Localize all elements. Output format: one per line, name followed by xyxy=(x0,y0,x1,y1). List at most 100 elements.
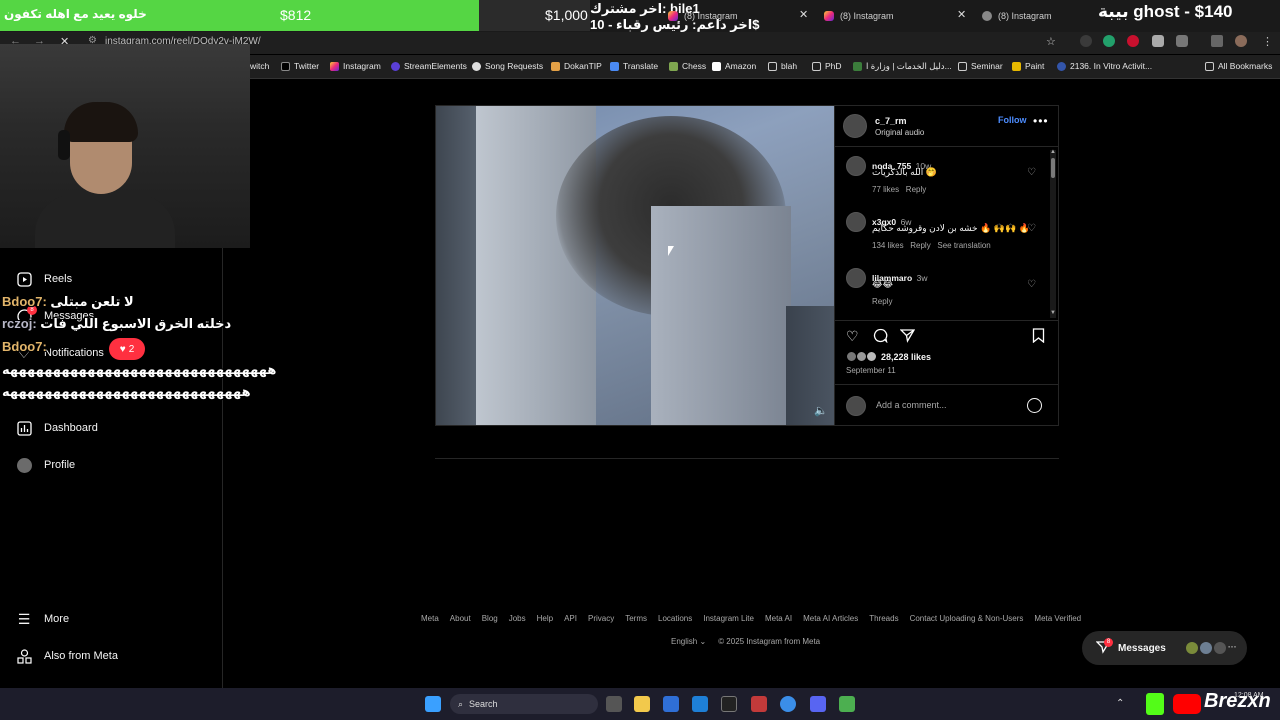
outlook-icon[interactable] xyxy=(692,696,708,712)
author-username[interactable]: c_7_rm xyxy=(875,116,907,126)
video-building xyxy=(436,106,481,425)
share-icon[interactable] xyxy=(899,328,916,346)
shield-icon[interactable] xyxy=(1152,35,1164,47)
likes-count[interactable]: 28,228 likes xyxy=(881,352,931,362)
scroll-down-icon[interactable]: ▼ xyxy=(1050,310,1056,316)
media-icon[interactable] xyxy=(1211,35,1223,47)
browser-tab-2[interactable]: (8) Instagram xyxy=(824,4,894,28)
footer-link[interactable]: Threads xyxy=(869,614,898,623)
sidebar-item-also-from-meta[interactable]: Also from Meta xyxy=(16,645,118,667)
extension-icon[interactable] xyxy=(1080,35,1092,47)
bookmark-twitter[interactable]: Twitter xyxy=(281,61,319,71)
language-select[interactable]: English ⌄ xyxy=(671,637,706,646)
comment-like-icon[interactable]: ♡ xyxy=(1027,279,1036,290)
my-avatar xyxy=(846,396,866,416)
bookmark-song-requests[interactable]: Song Requests xyxy=(472,61,543,71)
puzzle-icon[interactable] xyxy=(1176,35,1188,47)
reel-video[interactable]: 🔈 xyxy=(435,105,835,426)
follow-button[interactable]: Follow xyxy=(998,115,1027,125)
app-icon[interactable] xyxy=(751,696,767,712)
footer-link[interactable]: About xyxy=(450,614,471,623)
footer-link[interactable]: Contact Uploading & Non-Users xyxy=(910,614,1024,623)
chevron-up-icon[interactable]: ⌃ xyxy=(1116,698,1124,709)
comment-meta: 134 likes Reply See translation xyxy=(872,241,991,250)
windows-start-icon[interactable] xyxy=(425,696,441,712)
bookmark-ministry[interactable]: دليل الخدمات | وزارة ا... xyxy=(853,61,952,72)
bookmark-translate[interactable]: Translate xyxy=(610,61,658,71)
bookmark-twitch[interactable]: witch xyxy=(250,61,269,71)
volume-icon[interactable]: 🔈 xyxy=(814,404,828,417)
bookmark-dokantip[interactable]: DokanTIP xyxy=(551,61,602,71)
bookmark-icon[interactable] xyxy=(1032,328,1045,346)
menu-icon[interactable]: ⋮ xyxy=(1262,35,1273,48)
grammarly-icon[interactable] xyxy=(1103,35,1115,47)
discord-icon[interactable] xyxy=(810,696,826,712)
divider xyxy=(835,320,1059,321)
comment-like-icon[interactable]: ♡ xyxy=(1027,223,1036,234)
bookmark-chess[interactable]: Chess xyxy=(669,61,706,71)
comment-text: خشه بن لادن وقروشه حكايم 🔥 🙌🙌 🔥 xyxy=(872,223,1030,233)
scrollbar-thumb[interactable] xyxy=(1051,158,1055,178)
footer-link[interactable]: Jobs xyxy=(509,614,526,623)
sidebar-item-dashboard[interactable]: Dashboard xyxy=(16,417,98,439)
bookmark-blah[interactable]: blah xyxy=(768,61,797,71)
capcut-icon[interactable] xyxy=(721,696,737,712)
browser-tab-3[interactable]: (8) Instagram xyxy=(982,4,1052,28)
bookmark-doc[interactable]: 2136. In Vitro Activit... xyxy=(1057,61,1152,71)
close-icon[interactable]: ✕ xyxy=(957,8,966,21)
commenter-avatar[interactable] xyxy=(846,156,866,176)
chrome-icon[interactable] xyxy=(780,696,796,712)
contact-avatars: ··· xyxy=(1185,642,1237,654)
like-icon[interactable]: ♡ xyxy=(846,328,859,345)
goal-target-amount: $1,000 xyxy=(545,7,588,23)
commenter-avatar[interactable] xyxy=(846,268,866,288)
footer-link[interactable]: Meta xyxy=(421,614,439,623)
close-icon[interactable]: ✕ xyxy=(799,8,808,21)
adblock-icon[interactable] xyxy=(1127,35,1139,47)
profile-avatar[interactable] xyxy=(1235,35,1247,47)
footer-link[interactable]: Instagram Lite xyxy=(703,614,754,623)
bookmark-paint[interactable]: Paint xyxy=(1012,61,1044,71)
comment-icon[interactable] xyxy=(873,328,888,346)
folder-icon xyxy=(958,61,967,71)
sidebar-item-more[interactable]: ☰ More xyxy=(16,608,69,630)
minecraft-icon[interactable] xyxy=(839,696,855,712)
bookmark-instagram[interactable]: Instagram xyxy=(330,61,381,71)
add-comment-input[interactable]: Add a comment... xyxy=(876,400,947,410)
commenter-avatar[interactable] xyxy=(846,212,866,232)
star-icon[interactable]: ☆ xyxy=(1046,35,1056,48)
sidebar-item-reels[interactable]: Reels xyxy=(16,268,72,290)
footer-link[interactable]: Privacy xyxy=(588,614,614,623)
footer-link[interactable]: Blog xyxy=(482,614,498,623)
scroll-up-icon[interactable]: ▲ xyxy=(1050,149,1056,155)
footer-link[interactable]: Help xyxy=(537,614,553,623)
song-icon xyxy=(472,61,481,71)
original-audio[interactable]: Original audio xyxy=(875,128,924,137)
footer-link[interactable]: Meta AI xyxy=(765,614,792,623)
all-bookmarks[interactable]: All Bookmarks xyxy=(1205,61,1272,71)
divider xyxy=(435,458,1059,459)
copyright: © 2025 Instagram from Meta xyxy=(718,637,821,646)
bookmark-amazon[interactable]: Amazon xyxy=(712,61,756,71)
browser-tab-1[interactable]: (8) Instagram xyxy=(668,4,738,28)
author-avatar[interactable] xyxy=(843,114,867,138)
footer-link[interactable]: Meta AI Articles xyxy=(803,614,858,623)
task-view-icon[interactable] xyxy=(606,696,622,712)
emoji-icon[interactable] xyxy=(1027,398,1042,413)
bookmark-seminar[interactable]: Seminar xyxy=(958,61,1003,71)
comment-meta: 77 likes Reply xyxy=(872,185,927,194)
taskbar-search[interactable]: ⌕ Search xyxy=(450,694,598,714)
bookmark-streamelements[interactable]: StreamElements xyxy=(391,61,467,71)
footer-link[interactable]: Terms xyxy=(625,614,647,623)
footer-link[interactable]: API xyxy=(564,614,577,623)
footer-link[interactable]: Locations xyxy=(658,614,692,623)
messages-floating-button[interactable]: Messages ··· xyxy=(1082,631,1247,665)
store-icon[interactable] xyxy=(663,696,679,712)
file-explorer-icon[interactable] xyxy=(634,696,650,712)
bookmark-phd[interactable]: PhD xyxy=(812,61,842,71)
paint-icon xyxy=(1012,61,1021,71)
more-options-icon[interactable]: ••• xyxy=(1033,114,1049,128)
comment-like-icon[interactable]: ♡ xyxy=(1027,167,1036,178)
footer-link[interactable]: Meta Verified xyxy=(1034,614,1081,623)
sidebar-item-profile[interactable]: Profile xyxy=(16,454,75,476)
